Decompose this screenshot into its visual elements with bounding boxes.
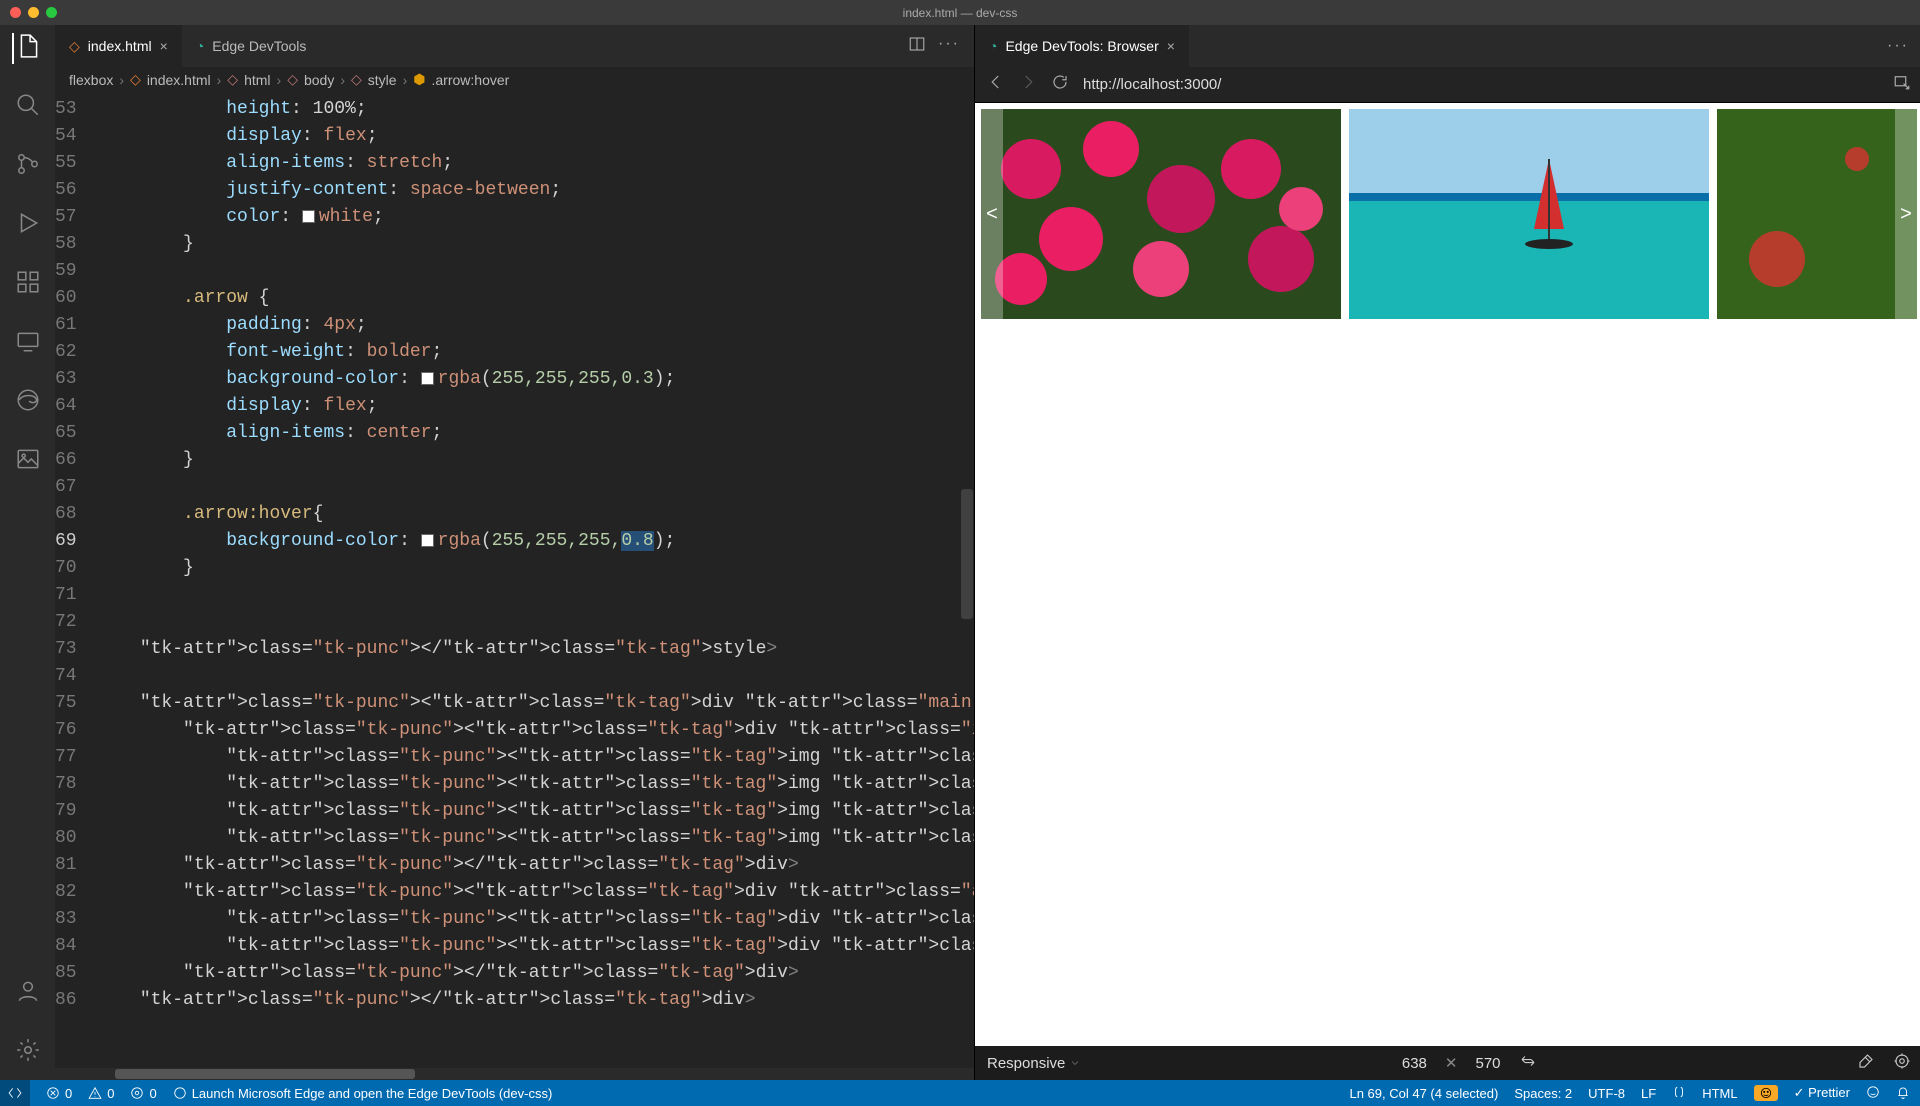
scrollbar-horizontal[interactable] bbox=[55, 1068, 974, 1080]
account-icon[interactable] bbox=[15, 978, 41, 1009]
more-icon[interactable]: ··· bbox=[938, 35, 960, 58]
edge-icon: ◔ bbox=[196, 38, 204, 54]
split-editor-icon[interactable] bbox=[908, 35, 926, 58]
html-file-icon: ◇ bbox=[69, 38, 80, 55]
activity-bar bbox=[0, 25, 55, 1080]
tabs-left: ◇ index.html × ◔ Edge DevTools ··· bbox=[55, 25, 974, 67]
close-icon[interactable]: × bbox=[1167, 38, 1175, 54]
preview-image-sailboat bbox=[1349, 109, 1709, 319]
back-icon[interactable] bbox=[987, 73, 1005, 96]
browser-preview: < > bbox=[975, 103, 1920, 1046]
source-control-icon[interactable] bbox=[15, 151, 41, 182]
tab-index-html[interactable]: ◇ index.html × bbox=[55, 25, 182, 67]
browser-toolbar bbox=[975, 67, 1920, 103]
minimize-window[interactable] bbox=[28, 7, 39, 18]
status-feedback-icon[interactable] bbox=[1866, 1085, 1880, 1102]
status-errors[interactable]: 0 bbox=[46, 1086, 72, 1101]
extensions-icon[interactable] bbox=[15, 269, 41, 300]
status-bracket-icon[interactable] bbox=[1672, 1085, 1686, 1102]
explorer-icon[interactable] bbox=[12, 33, 42, 64]
debug-icon[interactable] bbox=[15, 210, 41, 241]
carousel-next[interactable]: > bbox=[1895, 109, 1917, 319]
preview-image-flowers bbox=[981, 109, 1341, 319]
edge-icon: ◔ bbox=[989, 38, 997, 54]
preview-image-poppy bbox=[1717, 109, 1917, 319]
reload-icon[interactable] bbox=[1051, 73, 1069, 96]
inspect-icon[interactable] bbox=[1893, 73, 1911, 96]
maximize-window[interactable] bbox=[46, 7, 57, 18]
carousel-prev[interactable]: < bbox=[981, 109, 1003, 319]
breadcrumb[interactable]: flexbox› ◇index.html› ◇html› ◇body› ◇sty… bbox=[55, 67, 974, 94]
forward-icon[interactable] bbox=[1019, 73, 1037, 96]
status-prettier[interactable]: ✓ Prettier bbox=[1794, 1085, 1850, 1101]
rotate-icon[interactable] bbox=[1519, 1052, 1537, 1074]
remote-indicator[interactable] bbox=[0, 1080, 30, 1106]
status-launch-devtools[interactable]: Launch Microsoft Edge and open the Edge … bbox=[173, 1086, 553, 1101]
edge-icon[interactable] bbox=[15, 387, 41, 418]
tab-devtools-browser[interactable]: ◔ Edge DevTools: Browser × bbox=[975, 25, 1189, 67]
viewport-height[interactable]: 570 bbox=[1475, 1055, 1500, 1072]
status-language[interactable]: HTML bbox=[1702, 1086, 1737, 1101]
status-warnings[interactable]: 0 bbox=[88, 1086, 114, 1101]
search-icon[interactable] bbox=[15, 92, 41, 123]
tabs-right: ◔ Edge DevTools: Browser × ··· bbox=[975, 25, 1920, 67]
window-title: index.html — dev-css bbox=[903, 6, 1018, 20]
viewport-width[interactable]: 638 bbox=[1402, 1055, 1427, 1072]
devtools-footer: Responsive 638 ✕ 570 bbox=[975, 1046, 1920, 1080]
responsive-mode[interactable]: Responsive bbox=[987, 1055, 1081, 1072]
status-encoding[interactable]: UTF-8 bbox=[1588, 1086, 1625, 1101]
status-ports[interactable]: 0 bbox=[130, 1086, 156, 1101]
status-eol[interactable]: LF bbox=[1641, 1086, 1656, 1101]
close-window[interactable] bbox=[10, 7, 21, 18]
eyedropper-icon[interactable] bbox=[1857, 1052, 1875, 1074]
status-bar: 0 0 0 Launch Microsoft Edge and open the… bbox=[0, 1080, 1920, 1106]
target-icon[interactable] bbox=[1893, 1052, 1911, 1074]
gear-icon[interactable] bbox=[15, 1037, 41, 1068]
devtools-screencast-icon[interactable] bbox=[15, 328, 41, 359]
status-linter[interactable] bbox=[1754, 1085, 1778, 1101]
scrollbar-vertical[interactable] bbox=[960, 94, 974, 1068]
status-indent[interactable]: Spaces: 2 bbox=[1514, 1086, 1572, 1101]
status-bell-icon[interactable] bbox=[1896, 1085, 1910, 1102]
image-icon[interactable] bbox=[15, 446, 41, 477]
more-icon[interactable]: ··· bbox=[1887, 37, 1909, 55]
tab-edge-devtools[interactable]: ◔ Edge DevTools bbox=[182, 25, 321, 67]
address-bar[interactable] bbox=[1083, 76, 1879, 93]
code-editor[interactable]: 5354555657585960616263646566676869707172… bbox=[55, 94, 974, 1068]
status-cursor[interactable]: Ln 69, Col 47 (4 selected) bbox=[1349, 1086, 1498, 1101]
close-icon[interactable]: × bbox=[160, 38, 168, 54]
